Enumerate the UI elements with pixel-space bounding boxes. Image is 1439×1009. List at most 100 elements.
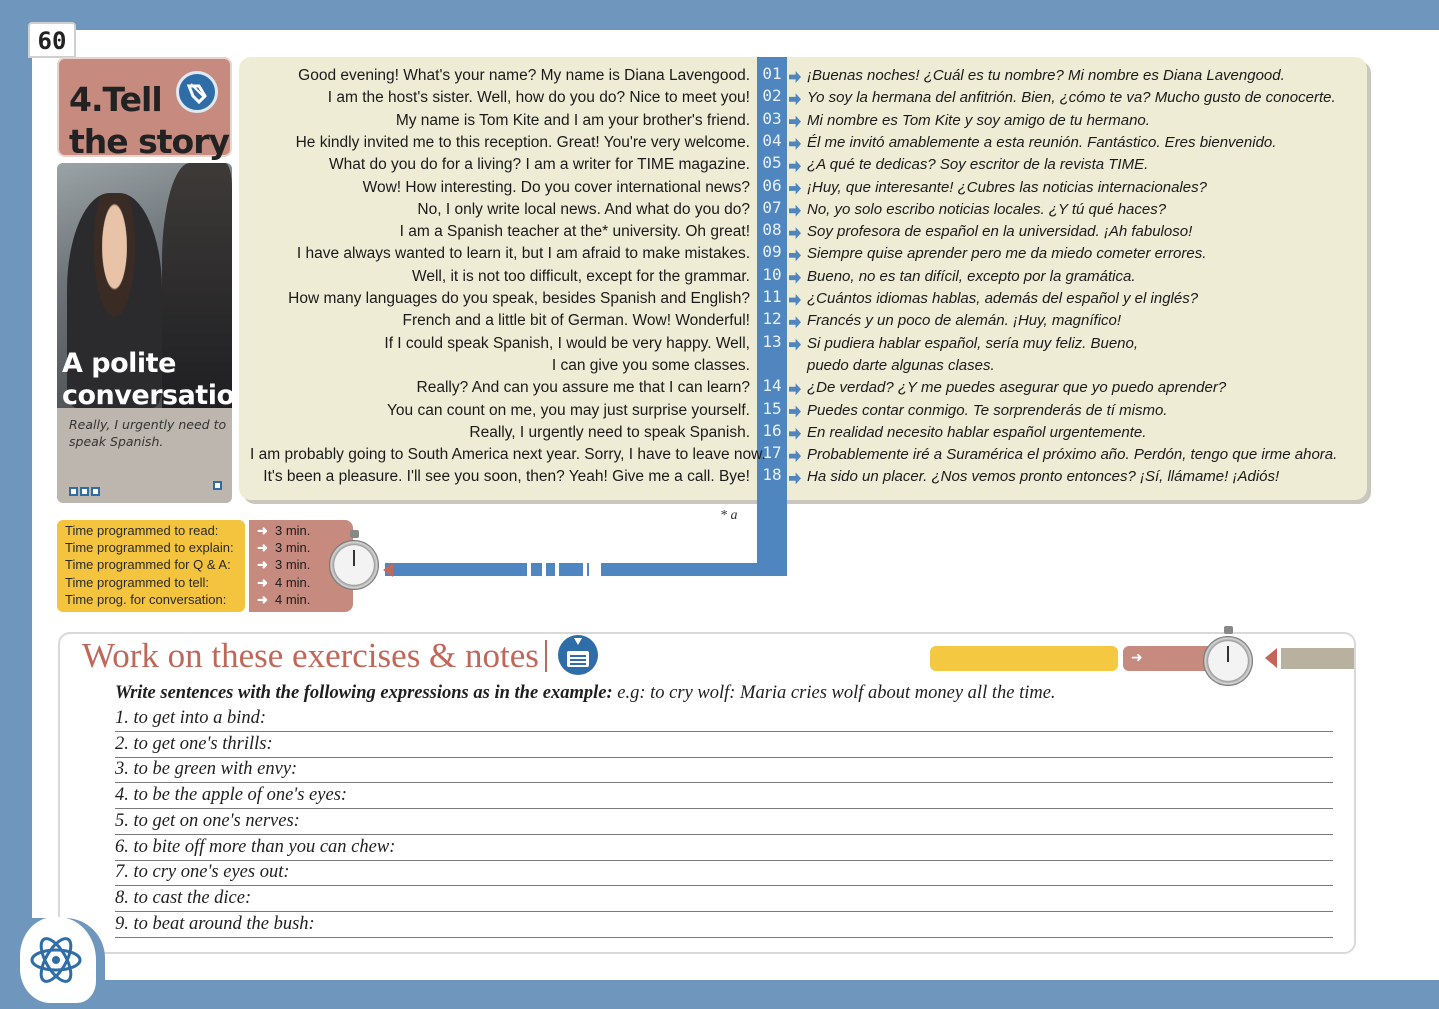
answer-line[interactable]	[115, 731, 1333, 732]
dialogue-line-number[interactable]: 05	[757, 153, 787, 173]
dialogue-spanish-line: Mi nombre es Tom Kite y soy amigo de tu …	[807, 111, 1150, 129]
dialogue-line-number[interactable]: 13	[757, 332, 787, 352]
pager-dots[interactable]	[69, 481, 102, 500]
atom-head-logo	[30, 937, 82, 983]
dialogue-line-number[interactable]: 12	[757, 309, 787, 329]
card-caption: Really, I urgently need to speak Spanish…	[69, 417, 227, 449]
arrow-left-icon	[1265, 648, 1277, 668]
answer-line[interactable]	[115, 808, 1333, 810]
stopwatch-icon	[329, 530, 379, 590]
exercise-instruction: Write sentences with the following expre…	[115, 683, 1056, 704]
dialogue-line-number[interactable]: 04	[757, 131, 787, 151]
exercise-prompt: 9. to beat around the bush:	[115, 913, 325, 934]
timing-label: Time programmed to read:	[65, 523, 219, 538]
dialogue-spanish-line: Siempre quise aprender pero me da miedo …	[807, 245, 1207, 263]
dialogue-english-line: No, I only write local news. And what do…	[417, 200, 750, 218]
answer-line[interactable]	[115, 885, 1333, 887]
dialogue-line-number[interactable]: 07	[757, 198, 787, 218]
timing-value: 4 min.	[275, 591, 311, 607]
answer-line[interactable]	[115, 782, 1333, 784]
timing-labels: Time programmed to read: Time programmed…	[57, 520, 245, 612]
dialogue-english-line: I can give you some classes.	[551, 356, 750, 374]
pager-dot[interactable]	[91, 487, 100, 496]
timing-value: 3 min.	[275, 557, 311, 573]
dialogue-spanish-line: ¡Buenas noches! ¿Cuál es tu nombre? Mi n…	[807, 67, 1285, 84]
dialogue-line-number[interactable]: 17	[757, 443, 787, 463]
answer-line[interactable]	[115, 859, 1333, 861]
dialogue-line-number[interactable]: 01	[757, 64, 787, 84]
instruction-bold: Write sentences with the following expre…	[115, 683, 613, 703]
exercise-item: 2. to get one's thrills:	[115, 733, 1333, 758]
card-title-line2: conversation	[62, 380, 232, 411]
dialogue-spanish-line: Soy profesora de español en la universid…	[807, 223, 1193, 241]
timing-value: 4 min.	[275, 574, 311, 590]
timing-value: 3 min.	[275, 540, 311, 556]
timer-bar-grey	[1281, 648, 1354, 669]
dialogue-line-number[interactable]: 06	[757, 176, 787, 196]
dialogue-spanish-line: Yo soy la hermana del anfitrión. Bien, ¿…	[807, 89, 1336, 107]
card-title-line1: A polite	[62, 348, 176, 379]
dialogue-english-line: I am probably going to South America nex…	[250, 446, 766, 464]
dialogue-english-line: He kindly invited me to this reception. …	[295, 133, 750, 151]
dialogue-line-number[interactable]: 11	[757, 287, 787, 307]
dialogue-line-number[interactable]: 16	[757, 421, 787, 441]
dialogue-spanish-line: Francés y un poco de alemán. ¡Huy, magní…	[807, 312, 1122, 330]
exercise-prompt: 8. to cast the dice:	[115, 887, 262, 908]
dialogue-spanish-line: ¿Cuántos idiomas hablas, además del espa…	[807, 290, 1199, 307]
dialogue-spanish-line: Probablemente iré a Suramérica el próxim…	[807, 446, 1338, 464]
download-notes-icon[interactable]	[558, 635, 598, 675]
dialogue-line-number[interactable]: 02	[757, 86, 787, 106]
dialogue-spanish-line: Bueno, no es tan difícil, excepto por la…	[807, 267, 1136, 285]
dialogue-english-line: French and a little bit of German. Wow! …	[402, 312, 750, 330]
dialogue-english-line: I am the host's sister. Well, how do you…	[327, 89, 750, 107]
exercise-prompt: 7. to cry one's eyes out:	[115, 862, 300, 883]
dialogue-line-number[interactable]: 09	[757, 242, 787, 262]
exercise-prompt: 5. to get on one's nerves:	[115, 810, 310, 831]
dialogue-english-line: You can count on me, you may just surpri…	[386, 401, 750, 419]
exercise-prompt: 3. to be green with envy:	[115, 759, 308, 780]
answer-line[interactable]	[115, 756, 1333, 758]
audio-icon[interactable]	[176, 71, 218, 113]
exercise-item: 7. to cry one's eyes out:	[115, 862, 1333, 887]
dialogue-spanish-line: Puedes contar conmigo. Te sorprenderás d…	[807, 401, 1168, 419]
footnote: * a	[720, 508, 738, 523]
dialogue-english-line: Good evening! What's your name? My name …	[298, 67, 750, 84]
dialogue-line-number[interactable]: 10	[757, 265, 787, 285]
dialogue-line-number[interactable]: 03	[757, 109, 787, 129]
dialogue-line-number[interactable]: 08	[757, 220, 787, 240]
pager-dot[interactable]	[69, 487, 78, 496]
connector-bar	[385, 563, 787, 576]
dialogue-spanish-line: Si pudiera hablar español, sería muy fel…	[807, 334, 1139, 352]
answer-line[interactable]	[115, 936, 1333, 938]
exercise-prompt: 1. to get into a bind:	[115, 708, 277, 728]
arrow-right-icon: ➜	[257, 523, 268, 538]
arrow-right-icon: ➜	[1131, 650, 1143, 666]
answer-line[interactable]	[115, 833, 1333, 835]
dialogue-line-number[interactable]: 14	[757, 376, 787, 396]
card-title: A polite conversation	[62, 348, 232, 412]
dialogue-spanish-line: Ha sido un placer. ¿Nos vemos pronto ent…	[807, 468, 1280, 486]
card-corner-square	[213, 481, 222, 490]
page-number: 60	[28, 22, 76, 58]
exercise-item: 4. to be the apple of one's eyes:	[115, 785, 1333, 810]
dialogue-english-line: Well, it is not too difficult, except fo…	[412, 267, 750, 285]
arrow-right-icon: ➜	[257, 574, 268, 590]
exercise-item: 9. to beat around the bush:	[115, 913, 1333, 938]
dialogue-line-number[interactable]: 15	[757, 399, 787, 419]
answer-line[interactable]	[115, 910, 1333, 912]
dialogue-spanish-line: ¿De verdad? ¿Y me puedes asegurar que yo…	[807, 379, 1227, 397]
timing-label: Time programmed to tell:	[65, 574, 210, 590]
dialogue-spanish-line: Él me invitó amablemente a esta reunión.…	[807, 133, 1277, 151]
section-title-box: 4.Tell the story	[57, 57, 232, 161]
dialogue-spanish-line: En realidad necesito hablar español urge…	[807, 423, 1147, 441]
instruction-example: e.g: to cry wolf: Maria cries wolf about…	[612, 683, 1056, 703]
dialogue-english-line: Wow! How interesting. Do you cover inter…	[362, 178, 750, 196]
dialogue-english-line: Really? And can you assure me that I can…	[416, 379, 750, 397]
connector-arrow-icon	[383, 563, 393, 577]
conversation-card: A polite conversation Really, I urgently…	[57, 163, 232, 503]
exercise-item: 1. to get into a bind:	[115, 708, 1333, 732]
dialogue-line-number[interactable]: 18	[757, 465, 787, 485]
pager-dot[interactable]	[80, 487, 89, 496]
arrow-right-icon: ➜	[257, 540, 268, 556]
exercises-title: Work on these exercises & notes	[82, 636, 539, 675]
